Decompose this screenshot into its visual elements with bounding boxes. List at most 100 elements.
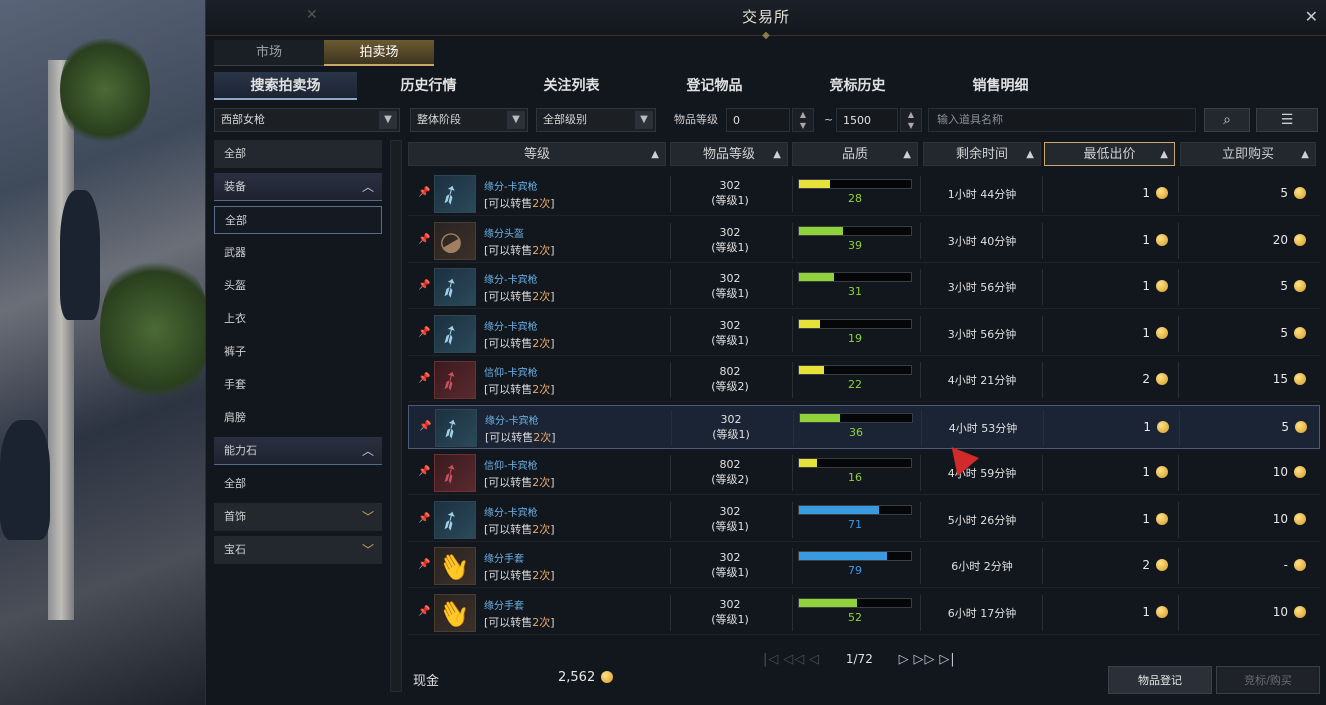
header-min-bid[interactable]: 最低出价 ▲ [1044,142,1175,166]
pin-icon[interactable]: 📌 [418,513,430,524]
sidebar-item-equipment[interactable]: 装备 ︿ [214,173,382,201]
header-time-left[interactable]: 剩余时间 ▲ [923,142,1041,166]
sidebar-item-top[interactable]: 上衣 [214,305,382,333]
column-divider [1042,222,1043,259]
quality-bar-fill [799,505,879,514]
table-row[interactable]: 📌 ➶ 信仰-卡宾枪 [可以转售2次] 802 (等级2) 16 4小时 59分钟 1 10 [408,451,1320,495]
buy-now-value: 10 [1272,465,1288,479]
table-row[interactable]: 📌 ✋ 缘分手套 [可以转售2次] 302 (等级1) 79 6小时 2分钟 2 - [408,544,1320,588]
pin-icon[interactable]: 📌 [418,280,430,291]
item-level: 302 (等级1) [670,178,790,208]
sidebar-item-gems[interactable]: 宝石 ﹀ [214,536,382,564]
last-page-icon[interactable]: ▷| [939,652,955,667]
register-item-button[interactable]: 物品登记 [1108,666,1212,694]
column-divider [1042,362,1043,398]
header-quality[interactable]: 品质 ▲ [792,142,918,166]
sidebar-item-weapon[interactable]: 武器 [214,239,382,267]
pin-icon[interactable]: 📌 [418,606,430,617]
tier-select[interactable]: 整体阶段 ▼ [410,108,528,132]
sidebar-item-helmet[interactable]: 头盔 [214,272,382,300]
table-row[interactable]: 📌 ➶ 信仰-卡宾枪 [可以转售2次] 802 (等级2) 22 4小时 21分钟 2 15 [408,358,1320,402]
sidebar-item-equipment-all[interactable]: 全部 [214,206,382,234]
pin-icon[interactable]: 📌 [418,559,430,570]
sidebar-item-ability-stone[interactable]: 能力石 ︿ [214,437,382,465]
column-divider [792,501,793,538]
sidebar-item-accessories[interactable]: 首饰 ﹀ [214,503,382,531]
item-name: 信仰-卡宾枪 [484,368,538,379]
item-level-max-input[interactable]: 1500 [836,108,898,132]
pin-icon[interactable]: 📌 [419,421,431,432]
tab-price-history[interactable]: 历史行情 [357,72,500,100]
item-level-min-stepper[interactable]: ▲ ▼ [792,108,814,132]
table-row[interactable]: 📌 ➶ 缘分-卡宾枪 [可以转售2次] 302 (等级1) 36 4小时 53分钟 1 5 [408,404,1320,449]
sidebar-item-all[interactable]: 全部 [214,140,382,168]
close-button[interactable]: ✕ [1305,7,1318,26]
buy-now-price: 5 [1178,279,1306,293]
table-row[interactable]: 📌 ✋ 缘分手套 [可以转售2次] 302 (等级1) 52 6小时 17分钟 1 10 [408,591,1320,635]
sidebar-item-pants[interactable]: 裤子 [214,338,382,366]
min-bid-value: 1 [1142,279,1150,293]
sidebar-item-ability-stone-all[interactable]: 全部 [214,470,382,498]
tab-sales-details[interactable]: 销售明细 [929,72,1072,100]
gold-coin-icon [1156,187,1168,199]
tab-register-item[interactable]: 登记物品 [643,72,786,100]
pin-icon[interactable]: 📌 [418,187,430,198]
pagination: |◁ ◁◁ ◁ 1/72 ▷ ▷▷ ▷| [763,652,956,667]
pin-icon[interactable]: 📌 [418,466,430,477]
buy-now-price: 10 [1178,465,1306,479]
table-row[interactable]: 📌 ◒ 缘分头盔 [可以转售2次] 302 (等级1) 39 3小时 40分钟 1 20 [408,219,1320,263]
sidebar-scrollbar[interactable] [390,140,402,692]
header-buy-now[interactable]: 立即购买 ▲ [1180,142,1316,166]
bid-buy-button[interactable]: 竞标/购买 [1216,666,1320,694]
search-input[interactable]: 输入道具名称 [928,108,1196,132]
stone-pillar [48,60,74,620]
item-level: 302 (等级1) [670,550,790,580]
filter-detail-button[interactable]: ☰ [1256,108,1318,132]
quality-bar [798,179,912,189]
tab-auction[interactable]: 拍卖场 [324,40,434,66]
gold-coin-icon [1294,373,1306,385]
next-page-icon[interactable]: ▷ [899,652,910,667]
column-divider [920,176,921,212]
chevron-up-icon: ︿ [361,180,374,194]
pin-icon[interactable]: 📌 [418,234,430,245]
next-fast-icon[interactable]: ▷▷ [913,652,935,667]
tab-watchlist[interactable]: 关注列表 [500,72,643,100]
prev-page-icon[interactable]: ◁ [809,652,820,667]
search-button[interactable]: ⌕ [1204,108,1250,132]
pin-icon[interactable]: 📌 [418,373,430,384]
pin-icon[interactable]: 📌 [418,327,430,338]
item-level: 302 (等级1) [670,504,790,534]
sidebar-item-shoulders[interactable]: 肩膀 [214,404,382,432]
table-row[interactable]: 📌 ➶ 缘分-卡宾枪 [可以转售2次] 302 (等级1) 19 3小时 56分钟 1 5 [408,312,1320,356]
grade-select[interactable]: 全部级别 ▼ [536,108,656,132]
quality-value: 79 [848,564,862,577]
tab-search-auction[interactable]: 搜索拍卖场 [214,72,357,100]
min-bid: 1 [1048,465,1168,479]
prev-fast-icon[interactable]: ◁◁ [783,652,805,667]
table-row[interactable]: 📌 ➶ 缘分-卡宾枪 [可以转售2次] 302 (等级1) 28 1小时 44分钟 1 5 [408,172,1320,216]
item-glyph: ➶ [433,410,468,447]
column-divider [792,594,793,631]
table-row[interactable]: 📌 ➶ 缘分-卡宾枪 [可以转售2次] 302 (等级1) 31 3小时 56分钟 1 5 [408,265,1320,309]
resell-count: 2次 [532,336,551,350]
window-title: 交易所 [741,8,790,26]
first-page-icon[interactable]: |◁ [763,652,779,667]
min-bid-value: 2 [1142,558,1150,572]
column-divider [920,315,921,352]
tab-market[interactable]: 市场 [214,40,324,66]
sidebar-item-gloves[interactable]: 手套 [214,371,382,399]
quality-bar [798,458,912,468]
tab-bid-history[interactable]: 竞标历史 [786,72,929,100]
item-glyph: ➶ [432,176,467,214]
item-resell: [可以转售2次] [484,288,555,304]
item-level-max-stepper[interactable]: ▲ ▼ [900,108,922,132]
column-divider [1042,548,1043,584]
class-select[interactable]: 西部女枪 ▼ [214,108,400,132]
gold-coin-icon [1295,420,1307,433]
table-row[interactable]: 📌 ➶ 缘分-卡宾枪 [可以转售2次] 302 (等级1) 71 5小时 26分钟 1 10 [408,498,1320,542]
header-grade[interactable]: 等级 ▲ [408,142,666,166]
header-item-level[interactable]: 物品等级 ▲ [670,142,788,166]
column-divider [920,362,921,398]
item-level-min-input[interactable]: 0 [726,108,790,132]
